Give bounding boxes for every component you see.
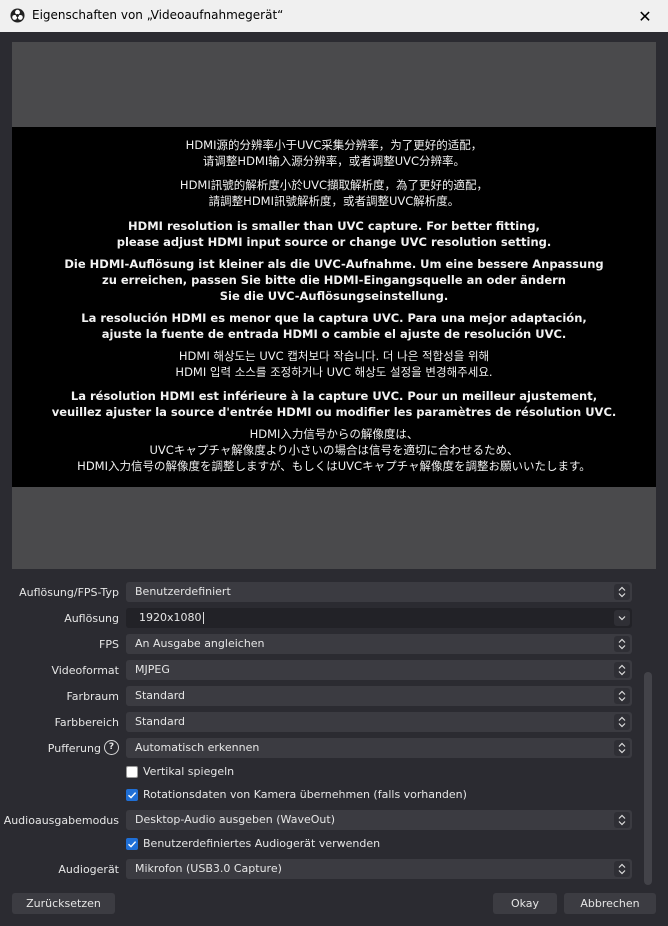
video-format-value: MJPEG (135, 663, 170, 676)
custom-audio-device-checkbox[interactable] (126, 838, 138, 850)
buffering-label: Pufferung (47, 742, 101, 755)
updown-chevron-icon (614, 812, 630, 828)
fps-select[interactable]: An Ausgabe angleichen (126, 634, 632, 654)
message-en: HDMI resolution is smaller than UVC capt… (116, 219, 552, 249)
video-preview: HDMI源的分辨率小于UVC采集分辨率，为了更好的适配， 请调整HDMI输入源分… (12, 42, 656, 569)
color-range-value: Standard (135, 715, 186, 728)
audio-device-label: Audiogerät (58, 863, 119, 876)
custom-audio-device-label: Benutzerdefiniertes Audiogerät verwenden (143, 837, 381, 850)
video-format-select[interactable]: MJPEG (126, 660, 632, 680)
rotation-data-label: Rotationsdaten von Kamera übernehmen (fa… (143, 788, 467, 801)
buffering-select[interactable]: Automatisch erkennen (126, 738, 632, 758)
updown-chevron-icon (614, 714, 630, 730)
cancel-button[interactable]: Abbrechen (564, 893, 656, 914)
resolution-value: 1920x1080 (139, 611, 202, 624)
resolution-label: Auflösung (64, 612, 119, 625)
color-space-value: Standard (135, 689, 186, 702)
audio-device-value: Mikrofon (USB3.0 Capture) (135, 862, 282, 875)
updown-chevron-icon (614, 688, 630, 704)
fps-label: FPS (99, 638, 119, 651)
reset-button[interactable]: Zurücksetzen (12, 893, 115, 914)
audio-output-mode-value: Desktop-Audio ausgeben (WaveOut) (135, 813, 335, 826)
audio-output-mode-label: Audioausgabemodus (3, 814, 119, 827)
ok-button[interactable]: Okay (493, 893, 557, 914)
close-icon: ✕ (638, 6, 652, 26)
fps-value: An Ausgabe angleichen (135, 637, 265, 650)
flip-vertical-checkbox[interactable] (126, 766, 138, 778)
window-title: Eigenschaften von „Videoaufnahmegerät“ (32, 8, 284, 22)
audio-device-select[interactable]: Mikrofon (USB3.0 Capture) (126, 859, 632, 879)
settings-scrollbar[interactable] (644, 672, 652, 885)
checkmark-icon (128, 841, 137, 848)
resolution-input[interactable]: 1920x1080 (126, 608, 632, 628)
color-space-label: Farbraum (66, 690, 119, 703)
resolution-fps-type-value: Benutzerdefiniert (135, 585, 231, 598)
checkmark-icon (128, 792, 137, 799)
updown-chevron-icon (614, 584, 630, 600)
buffering-value: Automatisch erkennen (135, 741, 260, 754)
message-fr: La résolution HDMI est inférieure à la c… (51, 389, 617, 419)
updown-chevron-icon (614, 740, 630, 756)
message-ko: HDMI 해상도는 UVC 캡처보다 작습니다. 더 나은 적합성을 위해 HD… (175, 349, 493, 379)
message-zh-tw: HDMI訊號的解析度小於UVC擷取解析度，為了更好的適配， 請調整HDMI訊號解… (179, 178, 489, 208)
flip-vertical-label: Vertikal spiegeln (143, 765, 235, 778)
resolution-fps-type-label: Auflösung/FPS-Typ (19, 586, 119, 599)
preview-frame: HDMI源的分辨率小于UVC采集分辨率，为了更好的适配， 请调整HDMI输入源分… (12, 127, 656, 487)
title-bar: Eigenschaften von „Videoaufnahmegerät“ ✕ (0, 0, 668, 32)
color-range-label: Farbbereich (54, 716, 119, 729)
updown-chevron-icon (614, 636, 630, 652)
obs-logo-icon (10, 8, 25, 23)
text-cursor (202, 612, 204, 624)
rotation-data-checkbox[interactable] (126, 789, 138, 801)
color-range-select[interactable]: Standard (126, 712, 632, 732)
message-es: La resolución HDMI es menor que la captu… (81, 311, 587, 341)
chevron-down-icon (614, 610, 630, 626)
message-de: Die HDMI-Auflösung ist kleiner als die U… (64, 257, 604, 303)
message-ja: HDMI入力信号からの解像度は、 UVCキャプチャ解像度より小さいの場合は信号を… (77, 427, 591, 473)
updown-chevron-icon (614, 861, 630, 877)
audio-output-mode-select[interactable]: Desktop-Audio ausgeben (WaveOut) (126, 810, 632, 830)
help-icon[interactable]: ? (104, 740, 119, 755)
video-format-label: Videoformat (51, 664, 119, 677)
message-zh-cn: HDMI源的分辨率小于UVC采集分辨率，为了更好的适配， 请调整HDMI输入源分… (185, 138, 483, 168)
color-space-select[interactable]: Standard (126, 686, 632, 706)
close-button[interactable]: ✕ (622, 0, 668, 32)
resolution-fps-type-select[interactable]: Benutzerdefiniert (126, 582, 632, 602)
updown-chevron-icon (614, 662, 630, 678)
